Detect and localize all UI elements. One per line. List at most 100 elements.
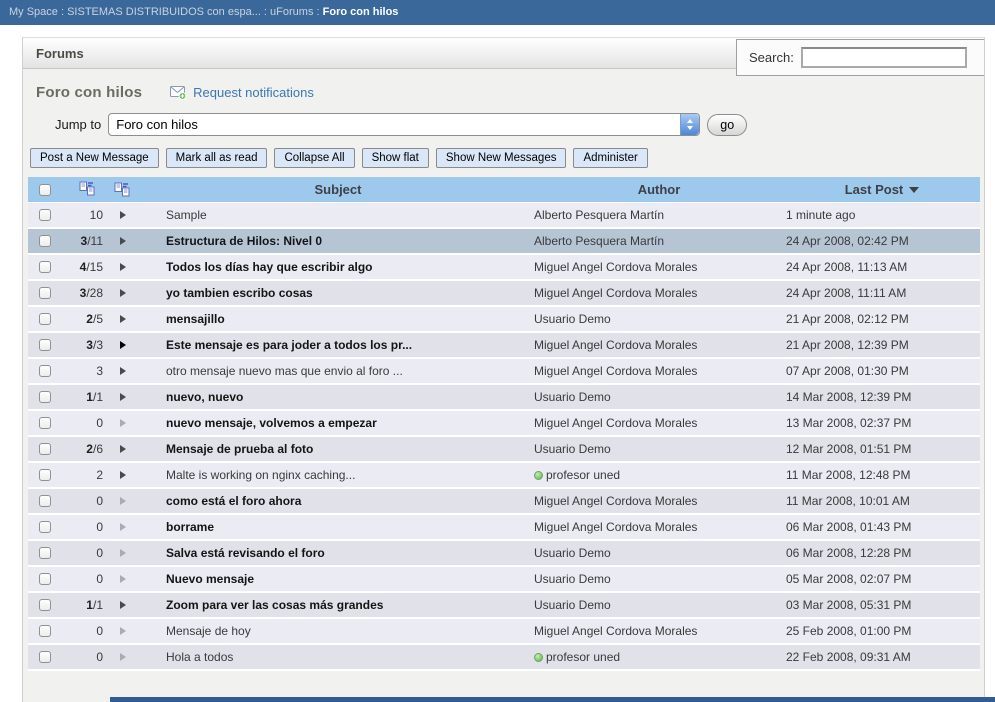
thread-author: profesor uned xyxy=(534,468,784,482)
expand-thread-icon[interactable] xyxy=(120,601,126,609)
expand-thread-icon[interactable] xyxy=(120,653,126,661)
column-header-last-post[interactable]: Last Post xyxy=(784,182,980,197)
thread-subject-link[interactable]: Salva está revisando el foro xyxy=(166,546,325,560)
expand-thread-icon[interactable] xyxy=(120,367,126,375)
thread-subject-link[interactable]: otro mensaje nuevo mas que envio al foro… xyxy=(166,364,403,378)
row-checkbox[interactable] xyxy=(39,573,51,585)
thread-author: Miguel Angel Cordova Morales xyxy=(534,286,784,300)
breadcrumb-uforums[interactable]: uForums xyxy=(270,6,313,18)
table-row: 2/5 mensajillo Usuario Demo 21 Apr 2008,… xyxy=(28,307,980,333)
table-row: 3/11 Estructura de Hilos: Nivel 0 Albert… xyxy=(28,229,980,255)
column-header-subject[interactable]: Subject xyxy=(142,182,534,197)
row-checkbox[interactable] xyxy=(39,521,51,533)
expand-thread-icon[interactable] xyxy=(120,263,126,271)
expand-thread-icon[interactable] xyxy=(120,497,126,505)
reply-count: 0 xyxy=(62,546,112,560)
thread-subject-link[interactable]: borrame xyxy=(166,520,214,534)
column-header-author[interactable]: Author xyxy=(534,182,784,197)
thread-subject-link[interactable]: Mensaje de prueba al foto xyxy=(166,442,313,456)
thread-subject-link[interactable]: nuevo, nuevo xyxy=(166,390,243,404)
collapse-all-button[interactable]: Collapse All xyxy=(274,148,354,168)
row-checkbox[interactable] xyxy=(39,417,51,429)
row-checkbox[interactable] xyxy=(39,261,51,273)
row-checkbox[interactable] xyxy=(39,443,51,455)
thread-author: Usuario Demo xyxy=(534,572,784,586)
expand-thread-icon[interactable] xyxy=(120,393,126,401)
show-flat-button[interactable]: Show flat xyxy=(362,148,429,168)
expand-thread-icon[interactable] xyxy=(120,471,126,479)
thread-subject-link[interactable]: Sample xyxy=(166,208,207,222)
post-new-message-button[interactable]: Post a New Message xyxy=(30,148,159,168)
table-row: 3 otro mensaje nuevo mas que envio al fo… xyxy=(28,359,980,385)
expand-thread-icon[interactable] xyxy=(120,445,126,453)
thread-subject-link[interactable]: Estructura de Hilos: Nivel 0 xyxy=(166,234,322,248)
reply-count: 3/28 xyxy=(62,286,112,300)
thread-author: Miguel Angel Cordova Morales xyxy=(534,260,784,274)
thread-subject-link[interactable]: Malte is working on nginx caching... xyxy=(166,468,355,482)
expand-thread-icon[interactable] xyxy=(120,341,126,349)
expand-thread-icon[interactable] xyxy=(120,627,126,635)
expand-thread-icon[interactable] xyxy=(120,575,126,583)
row-checkbox[interactable] xyxy=(39,495,51,507)
last-post-date: 06 Mar 2008, 12:28 PM xyxy=(784,546,980,560)
row-checkbox[interactable] xyxy=(39,651,51,663)
expand-thread-icon[interactable] xyxy=(120,419,126,427)
thread-subject-link[interactable]: nuevo mensaje, volvemos a empezar xyxy=(166,416,377,430)
show-new-messages-button[interactable]: Show New Messages xyxy=(436,148,567,168)
last-post-date: 13 Mar 2008, 02:37 PM xyxy=(784,416,980,430)
expand-thread-icon[interactable] xyxy=(120,289,126,297)
row-checkbox[interactable] xyxy=(39,313,51,325)
administer-button[interactable]: Administer xyxy=(573,148,647,168)
last-post-date: 06 Mar 2008, 01:43 PM xyxy=(784,520,980,534)
mark-all-as-read-button[interactable]: Mark all as read xyxy=(166,148,268,168)
thread-subject-link[interactable]: Hola a todos xyxy=(166,650,233,664)
row-checkbox[interactable] xyxy=(39,391,51,403)
select-all-checkbox[interactable] xyxy=(39,184,51,196)
reply-count: 3 xyxy=(62,364,112,378)
expand-thread-icon[interactable] xyxy=(120,549,126,557)
go-button[interactable]: go xyxy=(707,114,747,136)
last-post-date: 11 Mar 2008, 12:48 PM xyxy=(784,468,980,482)
thread-subject-link[interactable]: Zoom para ver las cosas más grandes xyxy=(166,598,383,612)
last-post-date: 05 Mar 2008, 02:07 PM xyxy=(784,572,980,586)
thread-subject-link[interactable]: yo tambien escribo cosas xyxy=(166,286,313,300)
thread-subject-link[interactable]: Mensaje de hoy xyxy=(166,624,251,638)
row-checkbox[interactable] xyxy=(39,287,51,299)
row-checkbox[interactable] xyxy=(39,235,51,247)
table-row: 0 Mensaje de hoy Miguel Angel Cordova Mo… xyxy=(28,619,980,645)
last-post-date: 25 Feb 2008, 01:00 PM xyxy=(784,624,980,638)
row-checkbox[interactable] xyxy=(39,599,51,611)
row-checkbox[interactable] xyxy=(39,625,51,637)
reply-count: 0 xyxy=(62,494,112,508)
row-checkbox[interactable] xyxy=(39,209,51,221)
row-checkbox[interactable] xyxy=(39,469,51,481)
thread-subject-link[interactable]: Nuevo mensaje xyxy=(166,572,254,586)
page-title: Forums xyxy=(36,46,84,61)
search-input[interactable] xyxy=(801,47,967,68)
last-post-date: 03 Mar 2008, 05:31 PM xyxy=(784,598,980,612)
expand-thread-icon[interactable] xyxy=(120,211,126,219)
breadcrumb-course[interactable]: SISTEMAS DISTRIBUIDOS con espa... xyxy=(67,6,261,18)
thread-subject-link[interactable]: Todos los días hay que escribir algo xyxy=(166,260,373,274)
reply-count: 1/1 xyxy=(62,598,112,612)
request-notifications-link[interactable]: Request notifications xyxy=(170,85,314,100)
expand-thread-icon[interactable] xyxy=(120,315,126,323)
thread-subject-link[interactable]: como está el foro ahora xyxy=(166,494,301,508)
envelope-plus-icon xyxy=(170,86,187,100)
row-checkbox[interactable] xyxy=(39,339,51,351)
expand-thread-icon[interactable] xyxy=(120,237,126,245)
row-checkbox[interactable] xyxy=(39,547,51,559)
breadcrumb-my-space[interactable]: My Space xyxy=(9,6,58,18)
last-post-date: 24 Apr 2008, 11:11 AM xyxy=(784,286,980,300)
table-row: 4/15 Todos los días hay que escribir alg… xyxy=(28,255,980,281)
breadcrumb-separator: : xyxy=(313,6,322,18)
row-checkbox[interactable] xyxy=(39,365,51,377)
expand-thread-icon[interactable] xyxy=(120,523,126,531)
table-row: 0 borrame Miguel Angel Cordova Morales 0… xyxy=(28,515,980,541)
thread-subject-link[interactable]: mensajillo xyxy=(166,312,225,326)
thread-subject-link[interactable]: Este mensaje es para joder a todos los p… xyxy=(166,338,412,352)
table-row: 0 Nuevo mensaje Usuario Demo 05 Mar 2008… xyxy=(28,567,980,593)
reply-count: 4/15 xyxy=(62,260,112,274)
last-post-date: 11 Mar 2008, 10:01 AM xyxy=(784,494,980,508)
jump-to-select[interactable]: Foro con hilos xyxy=(108,113,700,136)
